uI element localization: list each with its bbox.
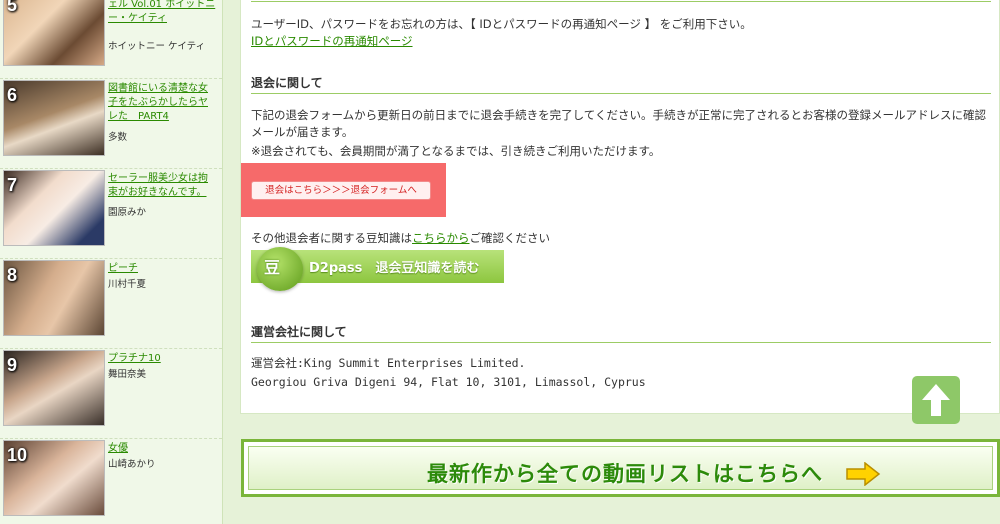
trivia-link[interactable]: こちらから — [412, 231, 470, 245]
ranking-item[interactable]: 7 セーラー服美少女は拘束がお好きなんです。 園原みか — [0, 168, 222, 259]
thumbnail-image[interactable]: 5 — [3, 0, 105, 66]
main-content: ユーザーID、パスワードをお忘れの方は、【 IDとパスワードの再通知ページ 】 … — [240, 0, 1000, 524]
all-videos-list-label: 最新作から全ての動画リストはこちらへ — [427, 462, 823, 486]
item-title-link[interactable]: ピーチ — [108, 262, 216, 276]
banner-inner: 最新作から全ての動画リストはこちらへ — [248, 446, 993, 490]
item-title-link[interactable]: 図書館にいる清楚な女子をたぶらかしたらヤレた PART4 — [108, 82, 216, 124]
ranking-item[interactable]: 6 図書館にいる清楚な女子をたぶらかしたらヤレた PART4 多数 — [0, 78, 222, 169]
item-title-link[interactable]: セーラー服美少女は拘束がお好きなんです。 — [108, 172, 216, 200]
divider — [251, 342, 991, 343]
info-panel: ユーザーID、パスワードをお忘れの方は、【 IDとパスワードの再通知ページ 】 … — [240, 0, 1000, 414]
thumbnail-image[interactable]: 7 — [3, 170, 105, 246]
ranking-item[interactable]: 9 プラチナ10 舞田奈美 — [0, 348, 222, 439]
company-address: Georgiou Griva Digeni 94, Flat 10, 3101,… — [251, 375, 646, 389]
thumbnail-image[interactable]: 6 — [3, 80, 105, 156]
trivia-line: その他退会者に関する豆知識はこちらからご確認ください — [251, 230, 550, 247]
item-actress: 川村千夏 — [108, 279, 147, 290]
thumbnail-image[interactable]: 10 — [3, 440, 105, 516]
item-actress: 多数 — [108, 132, 128, 143]
rank-number: 10 — [7, 445, 28, 465]
company-name: 運営会社:King Summit Enterprises Limited. — [251, 356, 526, 370]
withdraw-heading: 退会に関して — [251, 76, 323, 90]
rank-number: 5 — [7, 0, 18, 15]
up-arrow-icon — [922, 384, 950, 416]
divider — [251, 1, 991, 2]
withdraw-form-highlight: 退会はこちら＞＞＞退会フォームへ — [241, 163, 446, 217]
trivia-prefix: その他退会者に関する豆知識は — [251, 231, 412, 245]
bean-label: 豆 — [264, 258, 281, 277]
ranking-item[interactable]: 5 フロント美少女エンジェル Vol.01 ホイットニー・ケイティ ホイットニー… — [0, 0, 222, 79]
d2pass-trivia-banner[interactable]: 豆 D2pass 退会豆知識を読む — [251, 247, 504, 291]
item-actress: 山崎あかり — [108, 459, 156, 470]
item-actress: ホイットニー ケイティ — [108, 41, 206, 52]
ranking-sidebar: 5 フロント美少女エンジェル Vol.01 ホイットニー・ケイティ ホイットニー… — [0, 0, 223, 524]
ranking-item[interactable]: 10 女優 山崎あかり — [0, 438, 222, 524]
rank-number: 9 — [7, 355, 18, 375]
thumbnail-image[interactable]: 9 — [3, 350, 105, 426]
rank-number: 6 — [7, 85, 18, 105]
divider — [251, 93, 991, 94]
item-title-link[interactable]: 女優 — [108, 442, 216, 456]
item-actress: 園原みか — [108, 207, 147, 218]
scroll-to-top-button[interactable] — [912, 376, 960, 424]
company-heading: 運営会社に関して — [251, 325, 347, 339]
trivia-suffix: ご確認ください — [469, 231, 551, 245]
forgot-password-link[interactable]: IDとパスワードの再通知ページ — [251, 33, 413, 50]
rank-number: 8 — [7, 265, 18, 285]
withdraw-form-button[interactable]: 退会はこちら＞＞＞退会フォームへ — [251, 181, 431, 200]
withdraw-description: 下記の退会フォームから更新日の前日までに退会手続きを完了してください。手続きが正… — [251, 108, 986, 139]
thumbnail-image[interactable]: 8 — [3, 260, 105, 336]
item-actress: 舞田奈美 — [108, 369, 147, 380]
rank-number: 7 — [7, 175, 18, 195]
withdraw-note: ※退会されても、会員期間が満了となるまでは、引き続きご利用いただけます。 — [251, 144, 661, 158]
item-title-link[interactable]: プラチナ10 — [108, 352, 216, 366]
right-arrow-icon — [846, 462, 881, 486]
d2pass-banner-label: D2pass 退会豆知識を読む — [309, 261, 480, 276]
item-title-link[interactable]: フロント美少女エンジェル Vol.01 ホイットニー・ケイティ — [108, 0, 216, 26]
all-videos-list-banner[interactable]: 最新作から全ての動画リストはこちらへ — [241, 439, 1000, 497]
ranking-item[interactable]: 8 ピーチ 川村千夏 — [0, 258, 222, 349]
forgot-password-text: ユーザーID、パスワードをお忘れの方は、【 IDとパスワードの再通知ページ 】 … — [251, 17, 752, 31]
